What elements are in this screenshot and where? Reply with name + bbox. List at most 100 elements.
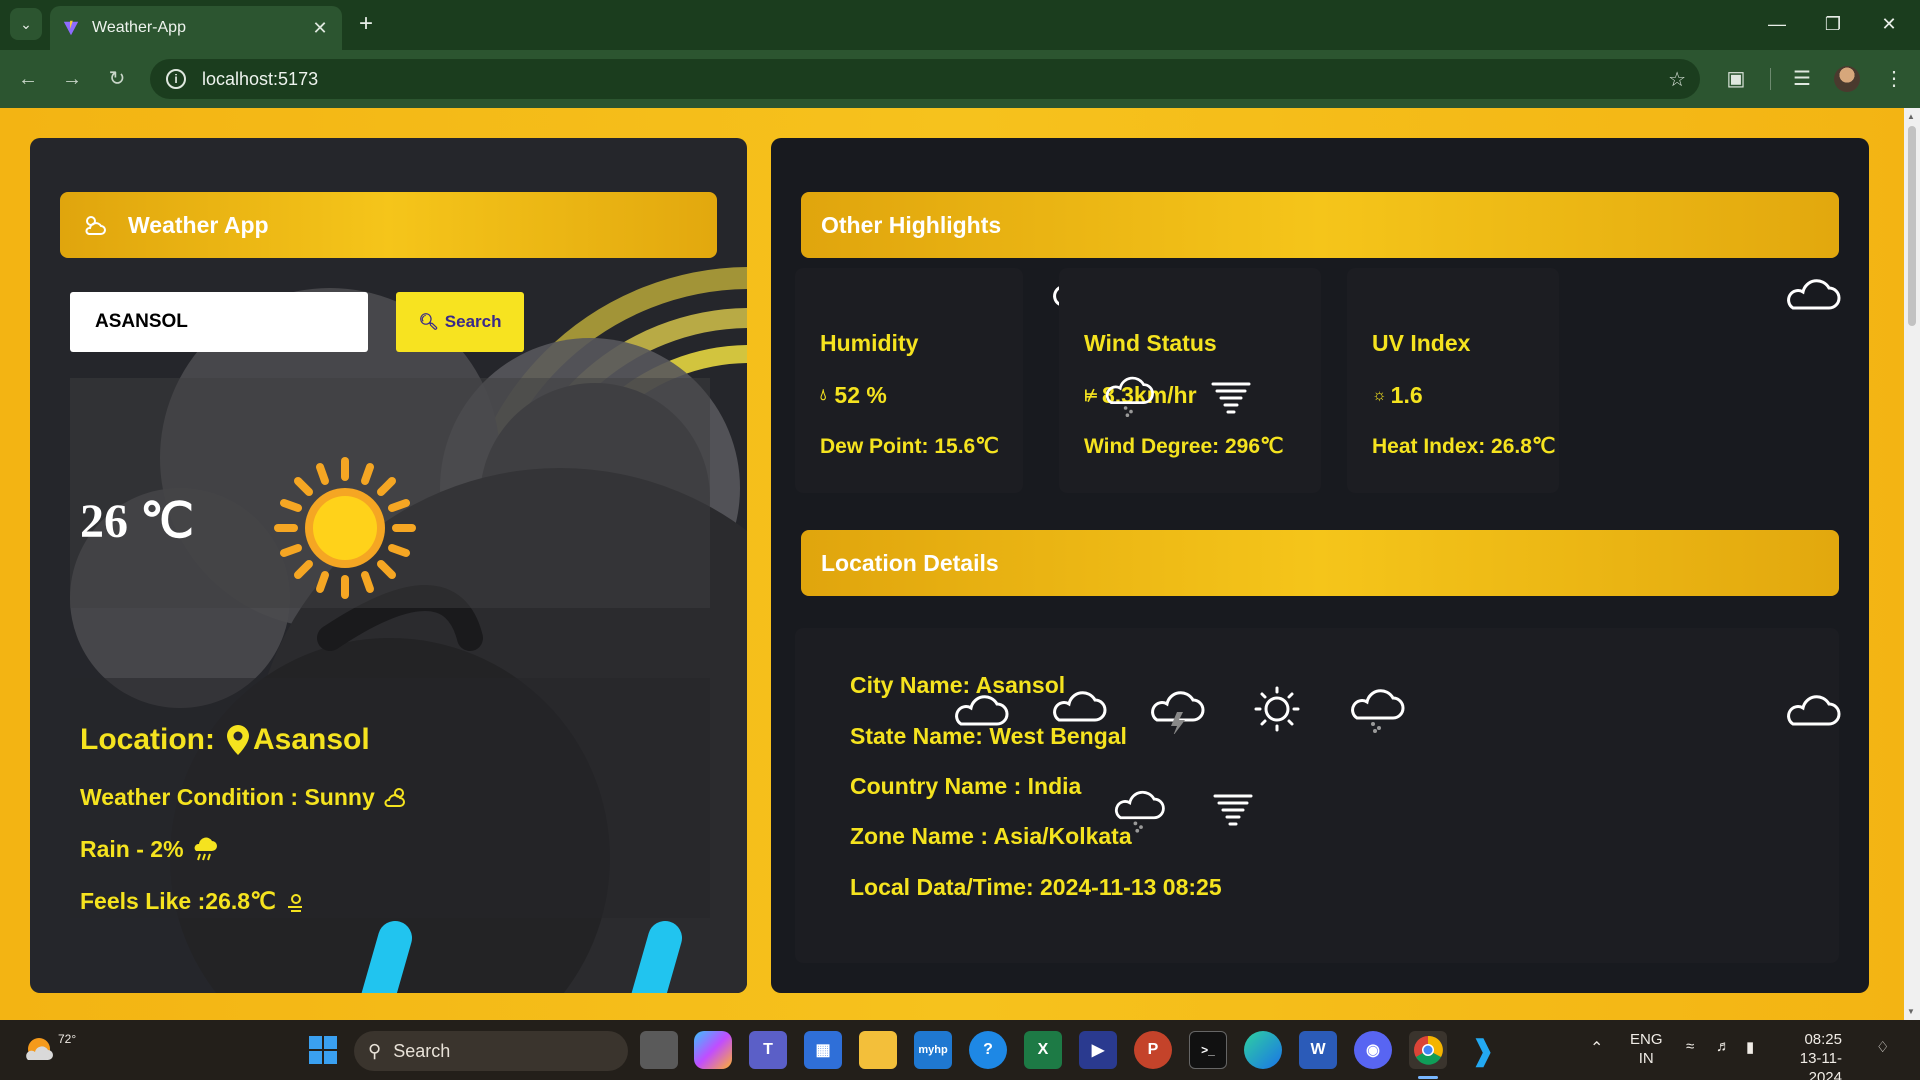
tornado-icon	[1211, 382, 1251, 414]
close-tab-icon[interactable]: ✕	[310, 18, 330, 39]
show-hidden-icons-icon[interactable]: ⌃	[1590, 1038, 1603, 1058]
current-weather-panel: Weather App 🔍︎ Search 26 ℃ Location:	[30, 138, 747, 993]
search-button[interactable]: 🔍︎ Search	[396, 292, 524, 352]
edge-icon[interactable]	[1244, 1031, 1282, 1069]
heat-index: Heat Index: 26.8℃	[1372, 435, 1556, 458]
sun-icon	[274, 457, 416, 599]
browser-tab[interactable]: Weather-App ✕	[50, 6, 342, 50]
scroll-down-arrow[interactable]: ▼	[1907, 1007, 1915, 1016]
close-window-button[interactable]: ✕	[1866, 8, 1912, 40]
sun-cloud-outline-icon	[287, 893, 302, 912]
location-label: Location:	[80, 723, 215, 756]
volume-icon[interactable]: ♬	[1716, 1038, 1731, 1055]
minimize-button[interactable]: —	[1754, 8, 1800, 40]
media-player-icon[interactable]: ▶	[1079, 1031, 1117, 1069]
scroll-up-arrow[interactable]: ▲	[1907, 112, 1915, 121]
browser-menu-icon[interactable]: ⋮	[1878, 63, 1910, 95]
scrollbar-thumb[interactable]	[1908, 126, 1916, 326]
weather-widget[interactable]: 72°	[22, 1032, 76, 1066]
url-text: localhost:5173	[202, 68, 319, 89]
feels-like: Feels Like :26.8℃	[80, 888, 276, 914]
reload-button[interactable]: ↻	[101, 63, 133, 95]
chrome-icon[interactable]	[1409, 1031, 1447, 1069]
uv-card: UV Index ☼ 1.6 Heat Index: 26.8℃	[1347, 268, 1559, 493]
search-button-label: Search	[444, 312, 502, 331]
copilot-icon[interactable]	[694, 1031, 732, 1069]
powerpoint-icon[interactable]: P	[1134, 1031, 1172, 1069]
humidity-title: Humidity	[820, 330, 919, 356]
dew-point: Dew Point: 15.6℃	[820, 435, 999, 458]
word-icon[interactable]: W	[1299, 1031, 1337, 1069]
map-pin-icon	[227, 725, 249, 755]
app-header: Weather App	[60, 192, 717, 258]
taskbar-search-label: Search	[393, 1040, 451, 1061]
task-view-icon[interactable]	[640, 1031, 678, 1069]
discord-icon[interactable]: ◉	[1354, 1031, 1392, 1069]
rain-line: Rain - 2%	[80, 836, 218, 863]
language-code: ENG	[1630, 1031, 1663, 1048]
sun-small-icon: ☼	[1372, 386, 1387, 404]
excel-icon[interactable]: X	[1024, 1031, 1062, 1069]
highlights-panel: Other Highlights Humidity 💧︎ 52 % Dew Po…	[771, 138, 1869, 993]
clock[interactable]: 08:25 13-11-2024	[1782, 1030, 1842, 1080]
battery-icon[interactable]: ▮	[1746, 1038, 1754, 1056]
thunder-cloud-icon-2	[1053, 691, 1107, 722]
clear-sun-icon-2	[1254, 686, 1300, 732]
snow-cloud-overlay-icon	[1105, 376, 1154, 417]
forward-button[interactable]: →	[56, 63, 88, 95]
cloud-edge-icon	[1787, 279, 1841, 310]
wifi-icon[interactable]: ≈	[1686, 1038, 1694, 1055]
uv-title: UV Index	[1372, 330, 1471, 356]
file-explorer-icon[interactable]	[859, 1031, 897, 1069]
vscode-icon[interactable]: ❱	[1464, 1031, 1502, 1069]
humidity-value: 52 %	[834, 382, 887, 408]
browser-toolbar: ← → ↻ i localhost:5173 ☆ ▣ ☰ ⋮	[0, 50, 1920, 108]
start-button[interactable]	[304, 1031, 342, 1069]
city-search-input[interactable]	[70, 292, 368, 352]
taskbar-search[interactable]: ⚲ Search	[354, 1031, 628, 1071]
windows-logo-icon	[309, 1036, 337, 1064]
site-info-icon[interactable]: i	[166, 69, 186, 89]
taskbar-weather-temp: 72°	[58, 1032, 77, 1046]
clock-date: 13-11-2024	[1799, 1050, 1842, 1080]
clock-time: 08:25	[1804, 1031, 1842, 1048]
lightning-cloud-icon-2	[1151, 691, 1205, 734]
location-details-card: City Name: Asansol State Name: West Beng…	[795, 628, 1839, 963]
weather-condition: Weather Condition : Sunny	[80, 784, 375, 810]
uv-value-row: ☼ 1.6	[1372, 382, 1423, 409]
store-icon[interactable]: ▦	[804, 1031, 842, 1069]
extensions-icon[interactable]: ▣	[1720, 63, 1752, 95]
address-bar[interactable]: i localhost:5173 ☆	[150, 59, 1700, 99]
tab-title: Weather-App	[92, 19, 186, 36]
tab-search-button[interactable]: ⌄	[10, 8, 42, 40]
taskbar-search-icon: ⚲	[368, 1040, 382, 1061]
toolbar-divider	[1770, 68, 1771, 90]
highlights-header: Other Highlights	[801, 192, 1839, 258]
rain-chance: Rain - 2%	[80, 836, 184, 862]
temperature-value: 26 ℃	[80, 495, 194, 548]
search-icon: 🔍︎	[418, 314, 439, 331]
back-button[interactable]: ←	[12, 63, 44, 95]
myhp-icon[interactable]: myhp	[914, 1031, 952, 1069]
region-code: IN	[1638, 1050, 1654, 1067]
chrome-active-indicator	[1418, 1076, 1438, 1079]
droplet-icon: 💧︎	[820, 386, 827, 404]
new-tab-button[interactable]: +	[352, 10, 380, 38]
bookmark-star-icon[interactable]: ☆	[1668, 67, 1686, 92]
tornado-icon-2	[1213, 794, 1253, 826]
wind-card: Wind Status ⊭ 8.3km/hr Wind Degree: 296℃	[1059, 268, 1321, 493]
media-control-icon[interactable]: ☰	[1786, 63, 1818, 95]
help-icon[interactable]: ?	[969, 1031, 1007, 1069]
notifications-icon[interactable]: ♢	[1876, 1038, 1889, 1056]
condition-line: Weather Condition : Sunny	[80, 784, 409, 811]
taskbar-weather-icon	[26, 1038, 53, 1060]
restore-button[interactable]: ❐	[1810, 8, 1856, 40]
terminal-icon[interactable]: >_	[1189, 1031, 1227, 1069]
language-indicator[interactable]: ENG IN	[1630, 1030, 1663, 1068]
profile-avatar[interactable]	[1834, 66, 1860, 92]
browser-titlebar: ⌄ Weather-App ✕ + — ❐ ✕	[0, 0, 1920, 50]
teams-icon[interactable]: T	[749, 1031, 787, 1069]
page-scrollbar[interactable]: ▲ ▼	[1904, 108, 1920, 1020]
vite-favicon-icon	[63, 20, 79, 36]
cloud-icon-2	[955, 695, 1009, 726]
